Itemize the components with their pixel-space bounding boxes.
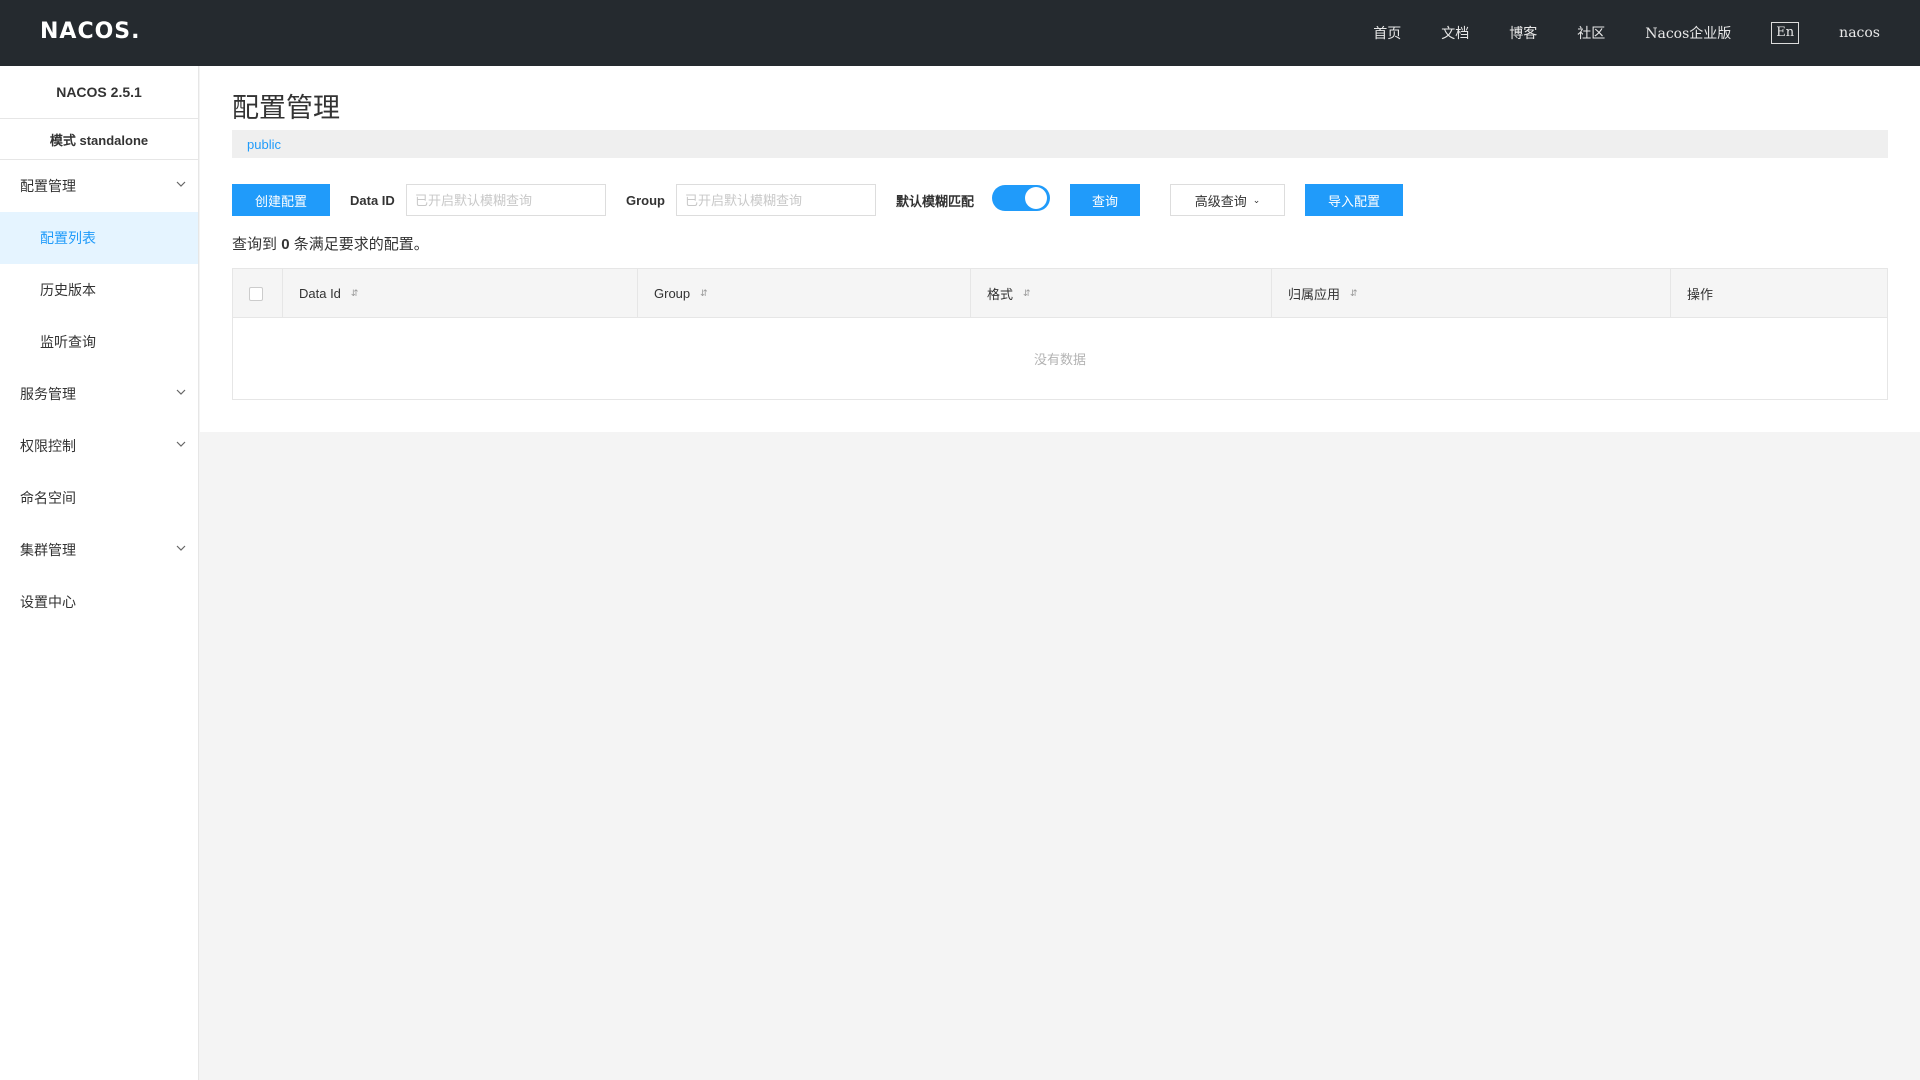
sidebar-item-namespace[interactable]: 命名空间 — [0, 472, 198, 524]
column-label: 归属应用 — [1288, 287, 1341, 302]
import-config-button[interactable]: 导入配置 — [1305, 184, 1403, 216]
sidebar-item-label: 配置列表 — [40, 230, 96, 246]
column-label: Group — [654, 286, 691, 301]
nav-community[interactable]: 社区 — [1577, 23, 1605, 43]
result-count: 0 — [281, 236, 290, 253]
nav-enterprise[interactable]: Nacos企业版 — [1645, 23, 1731, 43]
toggle-knob — [1025, 187, 1047, 209]
sort-icon[interactable]: ⇵ — [351, 288, 359, 299]
sidebar-item-settings[interactable]: 设置中心 — [0, 576, 198, 628]
select-all-checkbox[interactable] — [249, 286, 263, 301]
sidebar-item-listener-query[interactable]: 监听查询 — [0, 316, 198, 368]
sidebar-item-label: 监听查询 — [40, 334, 96, 350]
chevron-down-icon — [176, 181, 186, 187]
sidebar-item-label: 历史版本 — [40, 282, 96, 298]
column-header-data-id[interactable]: Data Id ⇵ — [283, 269, 638, 318]
sidebar-item-label: 权限控制 — [20, 438, 76, 454]
sort-icon[interactable]: ⇵ — [700, 288, 708, 299]
top-nav: 首页 文档 博客 社区 Nacos企业版 En nacos — [1333, 0, 1880, 66]
data-id-input[interactable] — [406, 184, 606, 216]
sort-icon[interactable]: ⇵ — [1350, 288, 1358, 299]
result-summary: 查询到 0 条满足要求的配置。 — [232, 233, 429, 254]
namespace-link-public[interactable]: public — [247, 137, 281, 152]
data-id-label: Data ID — [350, 192, 395, 208]
language-switch-button[interactable]: En — [1771, 22, 1800, 44]
sort-icon[interactable]: ⇵ — [1023, 288, 1031, 299]
table-header: Data Id ⇵ Group ⇵ 格式 ⇵ 归属应用 ⇵ 操作 — [233, 269, 1887, 318]
sidebar-item-cluster-management[interactable]: 集群管理 — [0, 524, 198, 576]
column-header-app[interactable]: 归属应用 ⇵ — [1272, 269, 1671, 318]
empty-state: 没有数据 — [1033, 352, 1086, 367]
mode-label: 模式 standalone — [0, 119, 198, 160]
nav-docs[interactable]: 文档 — [1441, 23, 1469, 43]
column-header-format[interactable]: 格式 ⇵ — [971, 269, 1272, 318]
version-label: NACOS 2.5.1 — [0, 66, 198, 119]
column-label: 操作 — [1687, 287, 1714, 302]
chevron-down-icon — [176, 389, 186, 395]
column-header-actions: 操作 — [1671, 269, 1887, 318]
chevron-down-icon — [176, 441, 186, 447]
sidebar-item-label: 命名空间 — [20, 490, 76, 506]
user-menu[interactable]: nacos — [1839, 25, 1880, 41]
sidebar-item-service-management[interactable]: 服务管理 — [0, 368, 198, 420]
group-label: Group — [626, 192, 665, 208]
sidebar-item-history[interactable]: 历史版本 — [0, 264, 198, 316]
fuzzy-match-toggle[interactable] — [992, 185, 1050, 211]
query-button[interactable]: 查询 — [1070, 184, 1140, 216]
nacos-logo[interactable]: NACOS. — [40, 16, 141, 46]
result-prefix: 查询到 — [232, 236, 278, 253]
query-toolbar: 创建配置 Data ID Group 默认模糊匹配 查询 高级查询 ⌄ 导入配置 — [232, 184, 1888, 218]
advanced-query-button[interactable]: 高级查询 ⌄ — [1170, 184, 1285, 216]
sidebar-item-label: 服务管理 — [20, 386, 76, 402]
sidebar-item-config-management[interactable]: 配置管理 — [0, 160, 198, 212]
chevron-down-icon — [176, 545, 186, 551]
main-content: 配置管理 public 创建配置 Data ID Group 默认模糊匹配 查询… — [200, 66, 1920, 432]
page-title: 配置管理 — [232, 93, 340, 123]
sidebar-item-label: 配置管理 — [20, 178, 76, 194]
select-all-cell — [233, 269, 283, 318]
nav-blog[interactable]: 博客 — [1509, 23, 1537, 43]
nav-home[interactable]: 首页 — [1373, 23, 1401, 43]
namespace-bar: public — [232, 130, 1888, 158]
column-label: Data Id — [299, 286, 341, 301]
column-header-group[interactable]: Group ⇵ — [638, 269, 971, 318]
advanced-query-label: 高级查询 — [1194, 193, 1247, 209]
sidebar: NACOS 2.5.1 模式 standalone 配置管理 配置列表 历史版本… — [0, 66, 199, 1080]
column-label: 格式 — [987, 287, 1014, 302]
top-bar: NACOS. 首页 文档 博客 社区 Nacos企业版 En nacos — [0, 0, 1920, 66]
sidebar-item-label: 集群管理 — [20, 542, 76, 558]
chevron-down-icon: ⌄ — [1252, 194, 1261, 205]
fuzzy-match-label: 默认模糊匹配 — [896, 193, 975, 209]
result-suffix: 条满足要求的配置。 — [293, 236, 429, 253]
sidebar-item-config-list[interactable]: 配置列表 — [0, 212, 198, 264]
sidebar-item-access-control[interactable]: 权限控制 — [0, 420, 198, 472]
group-input[interactable] — [676, 184, 876, 216]
create-config-button[interactable]: 创建配置 — [232, 184, 330, 216]
sidebar-item-label: 设置中心 — [20, 594, 76, 610]
config-table: Data Id ⇵ Group ⇵ 格式 ⇵ 归属应用 ⇵ 操作 没有数据 — [232, 268, 1888, 400]
